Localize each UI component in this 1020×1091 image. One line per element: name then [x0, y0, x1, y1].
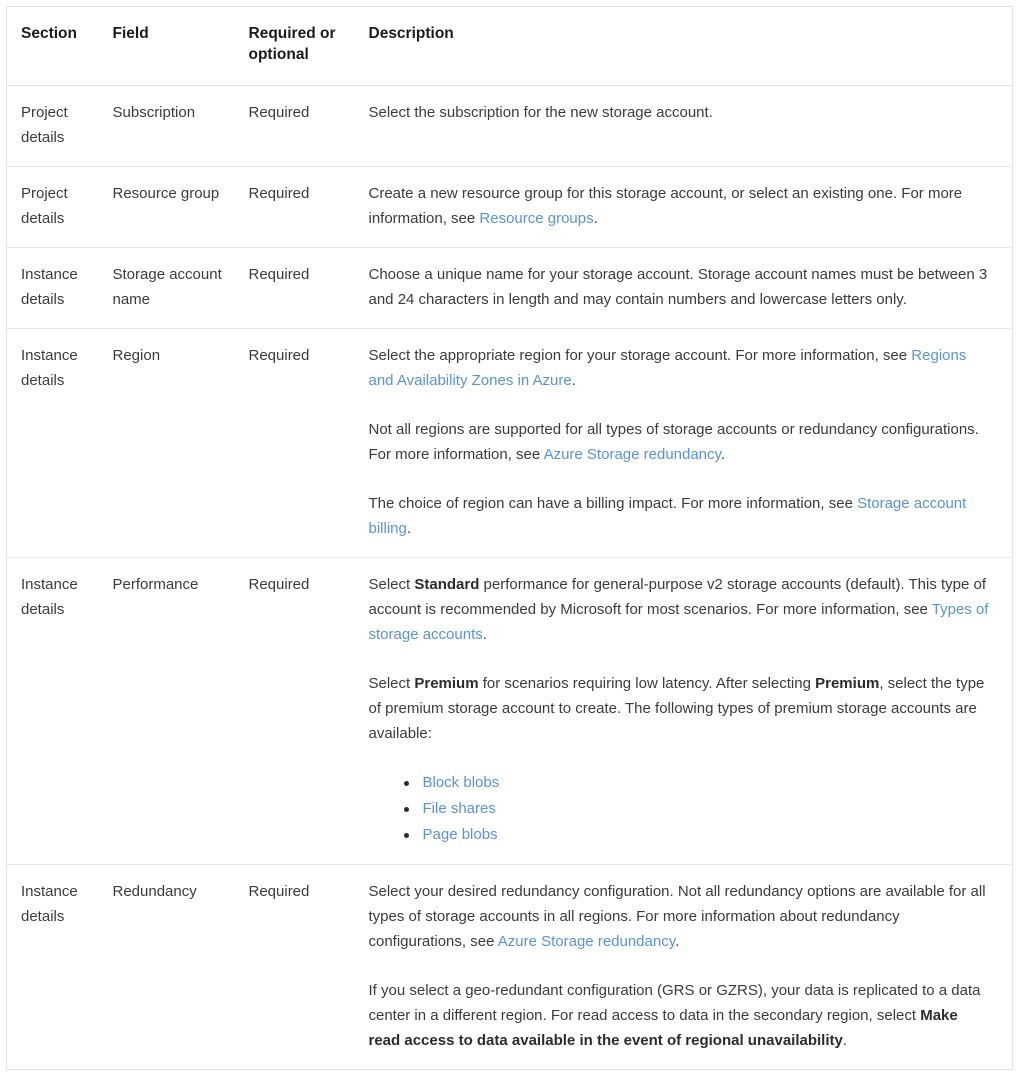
cell-required: Required	[240, 247, 361, 329]
emphasis-text: Premium	[815, 675, 880, 692]
doc-link[interactable]: File shares	[423, 800, 496, 817]
cell-required: Required	[240, 864, 361, 1070]
cell-field: Redundancy	[104, 864, 241, 1070]
cell-required: Required	[248, 104, 310, 121]
emphasis-text: Standard	[414, 576, 480, 593]
description-paragraph: Not all regions are supported for all ty…	[369, 417, 991, 467]
description-bullet-list: Block blobs File shares Page blobs	[369, 770, 991, 848]
cell-description: Select your desired redundancy configura…	[360, 864, 1013, 1070]
cell-field: Subscription	[112, 104, 196, 121]
description-paragraph: Select your desired redundancy configura…	[369, 879, 991, 954]
description-paragraph: Choose a unique name for your storage ac…	[369, 262, 991, 312]
text-run: .	[571, 372, 576, 389]
text-run: The choice of region can have a billing …	[368, 495, 858, 512]
description-paragraph: Select the subscription for the new stor…	[369, 100, 991, 125]
text-run: .	[406, 520, 412, 537]
list-item: Block blobs	[403, 770, 991, 796]
text-run: Select the appropriate region for your s…	[368, 347, 912, 364]
text-run: .	[842, 1032, 848, 1049]
description-paragraph: The choice of region can have a billing …	[369, 491, 991, 541]
cell-field: Region	[104, 328, 241, 558]
document-page: Section Field Required or optional Descr…	[0, 0, 1020, 1091]
table-body: Project details Subscription Required Selec…	[6, 86, 1013, 1070]
cell-required: Required	[240, 166, 361, 248]
doc-link[interactable]: Block blobs	[423, 774, 500, 791]
cell-section: Instance details	[6, 864, 105, 1070]
column-header-description: Description	[360, 6, 1013, 86]
column-header-section: Section	[6, 6, 105, 86]
text-run: Choose a unique name for your storage ac…	[368, 266, 988, 308]
description-paragraph: Select the appropriate region for your s…	[369, 343, 991, 393]
description-paragraph: Create a new resource group for this sto…	[369, 181, 991, 231]
table-row: Project details Resource group Required Cre…	[6, 166, 1013, 248]
text-run: .	[675, 933, 680, 950]
text-run: If you select a geo-redundant configurat…	[368, 982, 981, 1024]
storage-account-options-table: Section Field Required or optional Descr…	[6, 6, 1013, 1070]
cell-description: Select the appropriate region for your s…	[360, 328, 1013, 558]
doc-link[interactable]: Azure Storage redundancy	[498, 933, 675, 950]
list-item: Page blobs	[403, 822, 991, 848]
cell-section: Instance details	[6, 557, 105, 865]
cell-description: Select Standard performance for general-…	[360, 557, 1013, 865]
table-row: Instance details Redundancy Required Select…	[6, 864, 1013, 1070]
cell-field: Resource group	[104, 166, 241, 248]
text-run: .	[482, 626, 487, 643]
table-row: Instance details Region Required Select the…	[6, 328, 1013, 558]
cell-required: Required	[240, 328, 361, 558]
cell-description: Create a new resource group for this sto…	[360, 166, 1013, 248]
cell-field: Performance	[104, 557, 241, 865]
cell-description: Select the subscription for the new stor…	[361, 86, 1013, 167]
doc-link[interactable]: Resource groups	[479, 210, 593, 227]
emphasis-text: Premium	[414, 675, 479, 692]
text-run: Create a new resource group for this sto…	[368, 185, 963, 227]
text-run: Select	[368, 675, 415, 692]
table-row: Project details Subscription Required Selec…	[7, 86, 1013, 167]
cell-description: Choose a unique name for your storage ac…	[360, 247, 1013, 329]
description-paragraph: Select Standard performance for general-…	[369, 572, 991, 647]
cell-required: Required	[240, 557, 361, 865]
text-run: Select the subscription for the new stor…	[368, 104, 713, 121]
text-run: for scenarios requiring low latency. Aft…	[478, 675, 816, 692]
cell-section: Instance details	[6, 328, 105, 558]
column-header-required: Required or optional	[240, 6, 361, 86]
description-paragraph: Select Premium for scenarios requiring l…	[369, 671, 991, 746]
description-paragraph: If you select a geo-redundant configurat…	[369, 978, 991, 1053]
column-header-field: Field	[104, 6, 241, 86]
text-run: .	[593, 210, 598, 227]
doc-link[interactable]: Azure Storage redundancy	[544, 446, 721, 463]
table-row: Instance details Performance Required Selec…	[6, 557, 1013, 865]
text-run: Select	[368, 576, 415, 593]
cell-section: Project details	[6, 166, 105, 248]
list-item: File shares	[403, 796, 991, 822]
cell-section: Project details	[21, 104, 68, 146]
table-header-row: Section Field Required or optional Descr…	[6, 6, 1013, 86]
table-header: Section Field Required or optional Descr…	[6, 6, 1013, 86]
table-row: Instance details Storage account name Requ…	[6, 247, 1013, 329]
cell-section: Instance details	[6, 247, 105, 329]
text-run: .	[720, 446, 726, 463]
doc-link[interactable]: Page blobs	[423, 826, 498, 843]
cell-field: Storage account name	[104, 247, 241, 329]
